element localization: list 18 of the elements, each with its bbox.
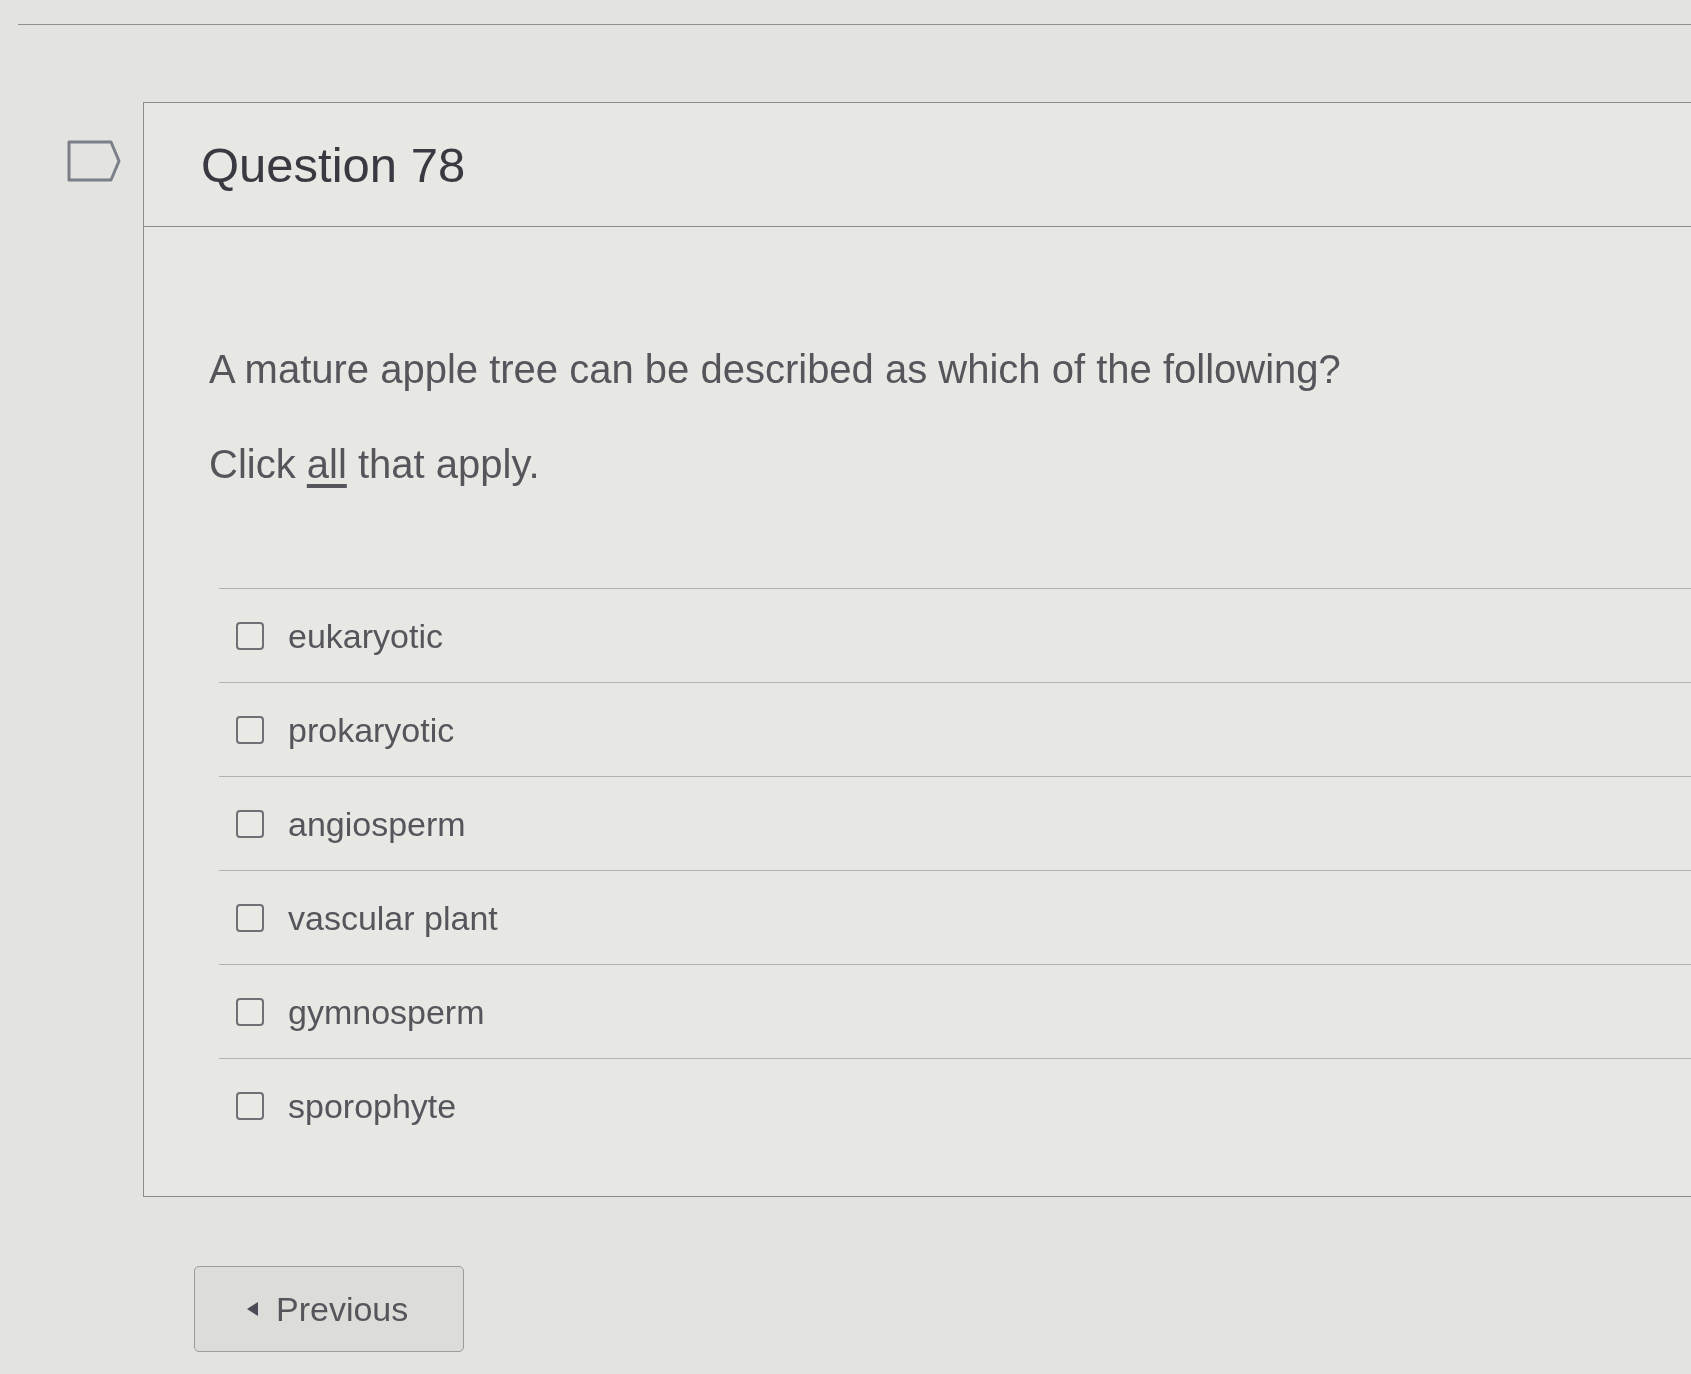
checkbox[interactable] [236, 903, 264, 932]
previous-button[interactable]: Previous [194, 1266, 464, 1352]
question-title: Question 78 [201, 136, 466, 194]
checkbox[interactable] [236, 715, 264, 744]
option-label[interactable]: sporophyte [288, 1084, 457, 1127]
checkbox[interactable] [236, 1091, 264, 1120]
option-label[interactable]: gymnosperm [288, 990, 485, 1033]
flag-icon[interactable] [67, 140, 121, 182]
instruction-text: Click all that apply. [209, 441, 540, 488]
option-label[interactable]: angiosperm [288, 802, 466, 845]
option-label[interactable]: prokaryotic [288, 708, 455, 751]
checkbox[interactable] [236, 997, 264, 1026]
checkbox[interactable] [236, 621, 264, 650]
option-label[interactable]: vascular plant [288, 896, 498, 939]
caret-left-icon [247, 1302, 258, 1316]
option-label[interactable]: eukaryotic [288, 614, 443, 657]
checkbox[interactable] [236, 809, 264, 838]
question-text: A mature apple tree can be described as which of the following? [209, 346, 1341, 393]
